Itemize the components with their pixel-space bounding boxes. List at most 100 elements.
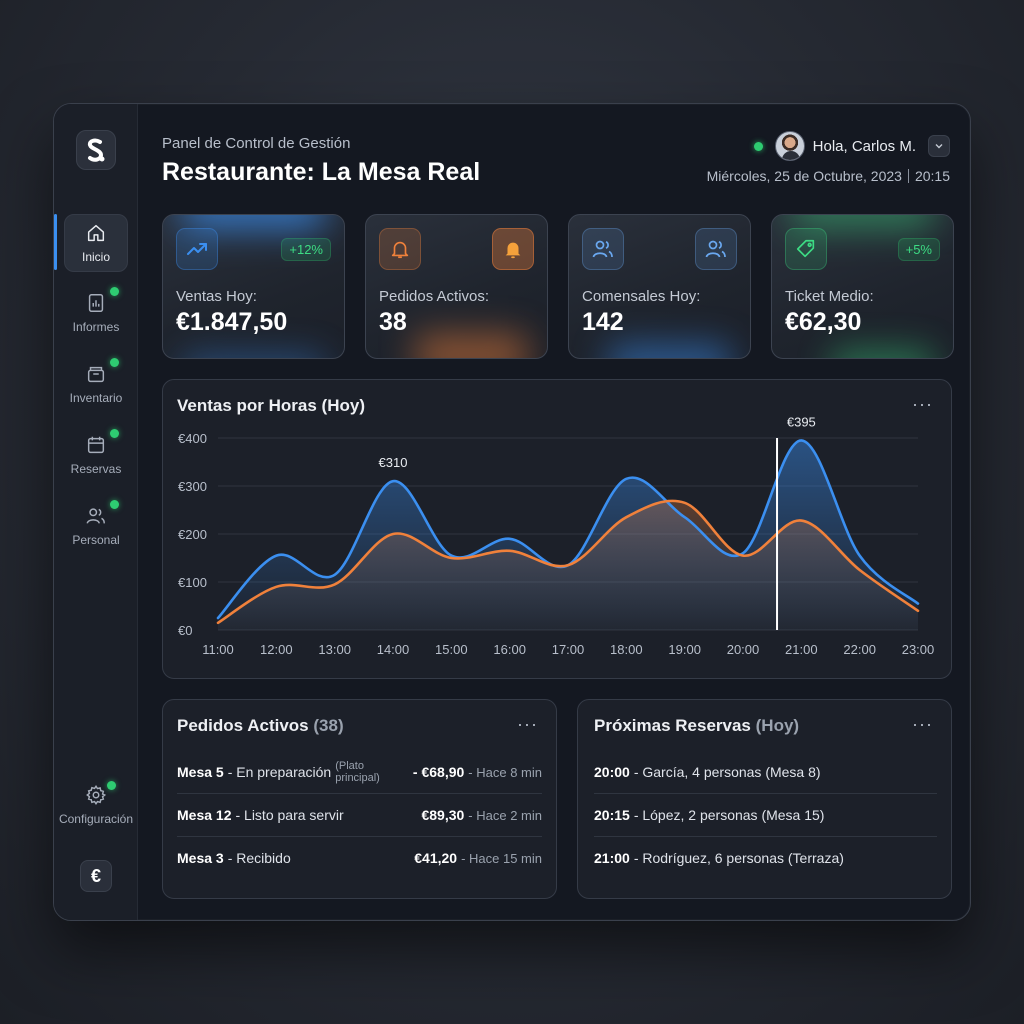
- sidebar-item-inicio[interactable]: Inicio: [64, 214, 128, 272]
- x-tick-label: 12:00: [260, 642, 293, 657]
- x-tick-label: 22:00: [843, 642, 876, 657]
- y-tick-label: €200: [178, 527, 207, 542]
- user-menu[interactable]: Hola, Carlos M.: [753, 131, 950, 161]
- row-divider: [177, 793, 542, 794]
- card-glow: [183, 355, 324, 358]
- reservations-more-button[interactable]: ···: [912, 714, 933, 735]
- order-time-ago: - Hace 8 min: [468, 764, 542, 780]
- card-glow: [832, 350, 933, 358]
- sidebar-item-label: Inventario: [69, 391, 123, 405]
- sales-chart: €0 €100 €200 €300 €400 11:00 12:00 13:00 14:00 15…: [178, 414, 935, 657]
- status-dot: [110, 500, 119, 509]
- kpi-badge: +5%: [897, 238, 940, 261]
- order-table: Mesa 5: [177, 764, 224, 780]
- sidebar-item-configuracion[interactable]: Configuración: [54, 776, 138, 834]
- datetime-separator: [907, 169, 909, 183]
- reservations-title-text: Próximas Reservas: [594, 716, 751, 735]
- reservation-row[interactable]: 20:15 - López, 2 personas (Mesa 15): [594, 795, 937, 835]
- card-glow: [792, 215, 933, 229]
- card-glow: [416, 335, 527, 358]
- x-tick-label: 14:00: [377, 642, 410, 657]
- kpi-value: €62,30: [785, 308, 862, 336]
- x-tick-label: 23:00: [902, 642, 935, 657]
- y-tick-label: €100: [178, 575, 207, 590]
- order-row[interactable]: Mesa 12 - Listo para servir €89,30 - Hac…: [177, 795, 542, 835]
- kpi-card-comensales[interactable]: Comensales Hoy: 142: [568, 214, 751, 359]
- order-note: (Plato principal): [335, 760, 380, 784]
- row-divider: [177, 836, 542, 837]
- order-row[interactable]: Mesa 3 - Recibido €41,20 - Hace 15 min: [177, 838, 542, 878]
- row-divider: [594, 836, 937, 837]
- kpi-label: Ticket Medio:: [785, 288, 874, 305]
- y-tick-label: €0: [178, 623, 192, 638]
- currency-button[interactable]: €: [80, 860, 112, 892]
- kpi-card-pedidos[interactable]: Pedidos Activos: 38: [365, 214, 548, 359]
- order-row[interactable]: Mesa 5 - En preparación (Plato principal…: [177, 752, 542, 792]
- status-dot: [110, 429, 119, 438]
- sidebar-item-label: Configuración: [58, 812, 134, 826]
- sales-chart-panel: Ventas por Horas (Hoy) ··· €0 €100 €200 €30…: [162, 379, 952, 679]
- page-subtitle: Panel de Control de Gestión: [162, 135, 351, 152]
- order-status: - En preparación: [227, 764, 332, 780]
- order-time-ago: - Hace 2 min: [468, 807, 542, 823]
- reservation-detail: - López, 2 personas (Mesa 15): [633, 807, 825, 823]
- x-tick-label: 18:00: [610, 642, 643, 657]
- sidebar: Inicio Informes Inventario Reservas Pers…: [54, 104, 138, 920]
- home-icon: [87, 224, 105, 242]
- gear-icon: [86, 784, 107, 805]
- x-tick-label: 15:00: [435, 642, 468, 657]
- online-status-dot: [753, 141, 763, 151]
- main-content: Panel de Control de Gestión Restaurante:…: [139, 104, 970, 920]
- app-logo[interactable]: [76, 130, 116, 170]
- sidebar-item-label: Personal: [72, 533, 120, 547]
- tag-icon: [785, 228, 827, 270]
- x-tick-label: 21:00: [785, 642, 818, 657]
- x-tick-label: 13:00: [318, 642, 351, 657]
- reservation-row[interactable]: 20:00 - García, 4 personas (Mesa 8): [594, 752, 937, 792]
- current-datetime: Miércoles, 25 de Octubre, 2023 20:15: [707, 168, 950, 184]
- reservations-title: Próximas Reservas (Hoy): [594, 716, 799, 736]
- current-time: 20:15: [914, 168, 950, 184]
- x-tick-label: 20:00: [727, 642, 760, 657]
- orders-panel: Pedidos Activos (38) ··· Mesa 5 - En pre…: [162, 699, 557, 899]
- y-tick-label: €400: [178, 431, 207, 446]
- avatar[interactable]: [774, 131, 805, 161]
- people-icon: [86, 508, 105, 524]
- row-divider: [594, 793, 937, 794]
- kpi-value: 38: [379, 308, 407, 336]
- order-status: - Listo para servir: [235, 807, 344, 823]
- orders-more-button[interactable]: ···: [517, 714, 538, 735]
- kpi-label: Comensales Hoy:: [582, 288, 701, 305]
- reservations-panel: Próximas Reservas (Hoy) ··· 20:00 - Garc…: [577, 699, 952, 899]
- active-nav-indicator: [54, 214, 57, 270]
- people-icon: [582, 228, 624, 270]
- sidebar-item-label: Reservas: [70, 462, 122, 476]
- sidebar-item-label: Inicio: [81, 250, 110, 264]
- reservations-suffix: (Hoy): [755, 716, 800, 735]
- kpi-label: Pedidos Activos:: [379, 288, 490, 305]
- user-greeting: Hola, Carlos M.: [812, 137, 916, 155]
- x-tick-label: 11:00: [202, 642, 234, 657]
- orders-count: (38): [313, 716, 344, 735]
- card-glow: [609, 345, 730, 358]
- kpi-value: €1.847,50: [176, 308, 288, 336]
- order-table: Mesa 3: [177, 850, 224, 866]
- status-dot: [110, 358, 119, 367]
- status-dot: [107, 781, 116, 790]
- status-dot: [110, 287, 119, 296]
- kpi-card-ventas[interactable]: +12% Ventas Hoy: €1.847,50: [162, 214, 345, 359]
- kpi-value: 142: [582, 308, 624, 336]
- order-status: - Recibido: [227, 850, 291, 866]
- sidebar-item-label: Informes: [72, 320, 120, 334]
- kpi-label: Ventas Hoy:: [176, 288, 257, 305]
- kpi-card-ticket[interactable]: +5% Ticket Medio: €62,30: [771, 214, 954, 359]
- x-tick-label: 19:00: [668, 642, 701, 657]
- order-price: €41,20: [414, 850, 458, 866]
- data-label: €395: [787, 414, 816, 429]
- bell-icon: [379, 228, 421, 270]
- reservation-row[interactable]: 21:00 - Rodríguez, 6 personas (Terraza): [594, 838, 937, 878]
- reservation-time: 21:00: [594, 850, 630, 866]
- order-price: €89,30: [421, 807, 465, 823]
- calendar-icon: [87, 436, 105, 454]
- user-dropdown-button[interactable]: [928, 135, 950, 157]
